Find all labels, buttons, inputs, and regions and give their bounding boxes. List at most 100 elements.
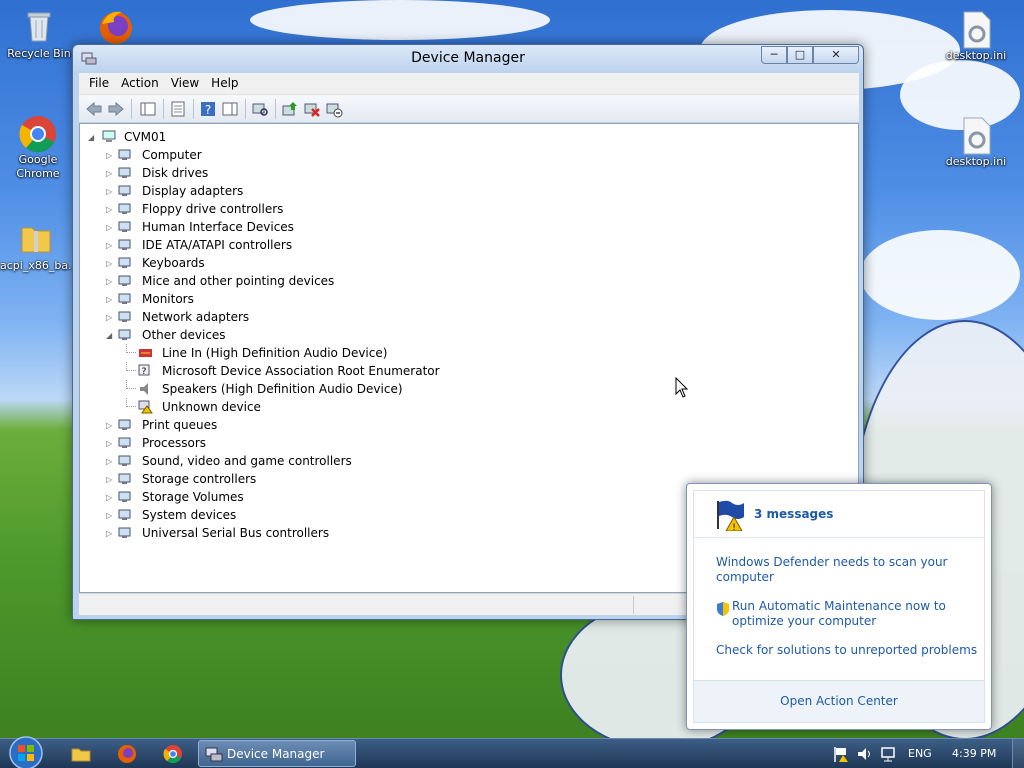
show-desktop-button[interactable] <box>1012 739 1024 768</box>
volume-tray-icon[interactable] <box>856 745 874 763</box>
toolbar-separator <box>245 99 246 119</box>
help-icon[interactable]: ? <box>199 100 217 118</box>
recycle-bin-icon <box>21 8 57 44</box>
desktop-icon-google-chrome[interactable]: Google Chrome <box>2 114 74 181</box>
menu-file[interactable]: File <box>83 73 115 90</box>
computer-icon <box>118 148 133 162</box>
collapse-arrow-icon[interactable]: ◢ <box>88 133 97 142</box>
menu-help[interactable]: Help <box>205 73 244 90</box>
usb-icon <box>118 526 133 540</box>
ide-controller-icon <box>118 238 133 252</box>
tree-category-label: Other devices <box>142 328 226 342</box>
open-action-center-link[interactable]: Open Action Center <box>694 694 984 709</box>
speaker-icon <box>138 382 153 396</box>
expand-arrow-icon[interactable]: ▷ <box>106 151 115 160</box>
update-driver-icon[interactable] <box>281 100 299 118</box>
expand-arrow-icon[interactable]: ▷ <box>106 223 115 232</box>
expand-arrow-icon[interactable]: ▷ <box>106 511 115 520</box>
firefox-desktop-icon[interactable] <box>94 6 138 46</box>
menu-view[interactable]: View <box>165 73 205 90</box>
line-in-icon <box>138 346 153 360</box>
uninstall-icon[interactable] <box>303 100 321 118</box>
forward-icon[interactable] <box>107 100 125 118</box>
close-button[interactable]: ✕ <box>813 46 859 64</box>
desktop-icon-acpi-zip[interactable]: acpi_x86_ba... <box>0 220 79 273</box>
tree-device-label: Unknown device <box>162 400 261 414</box>
unknown-device-icon: ? <box>138 364 153 378</box>
other-devices-icon <box>118 328 133 342</box>
printer-icon <box>118 418 133 432</box>
tree-connector <box>126 362 136 371</box>
tree-category-label: Storage Volumes <box>142 490 244 504</box>
desktop-icon-label: desktop.ini <box>945 49 1007 62</box>
expand-arrow-icon[interactable]: ▷ <box>106 169 115 178</box>
title-bar[interactable]: Device Manager ─ □ ✕ <box>73 45 863 73</box>
tree-connector <box>126 380 136 389</box>
expand-arrow-icon[interactable]: ▷ <box>106 439 115 448</box>
tree-category-label: IDE ATA/ATAPI controllers <box>142 238 293 252</box>
toolbar-separator <box>193 99 194 119</box>
action-center-popup: ! 3 messages Windows Defender needs to s… <box>686 483 992 730</box>
automatic-maintenance-link[interactable]: Run Automatic Maintenance now to optimiz… <box>732 599 952 629</box>
expand-arrow-icon[interactable]: ▷ <box>106 205 115 214</box>
expand-arrow-icon[interactable]: ▷ <box>106 241 115 250</box>
desktop-icon-label: desktop.ini <box>945 155 1007 168</box>
expand-arrow-icon[interactable]: ▷ <box>106 529 115 538</box>
warning-device-icon <box>138 400 153 414</box>
toolbar-separator <box>163 99 164 119</box>
settings-file-icon <box>958 116 994 155</box>
expand-arrow-icon[interactable]: ▷ <box>106 475 115 484</box>
minimize-button[interactable]: ─ <box>761 46 787 64</box>
taskbar-device-manager-button[interactable]: Device Manager <box>198 740 356 767</box>
desktop-icon-label: Google Chrome <box>16 153 60 180</box>
start-button[interactable] <box>6 735 46 768</box>
disable-icon[interactable] <box>325 100 343 118</box>
desktop-icon-recycle-bin[interactable]: Recycle Bin <box>3 8 75 61</box>
storage-volume-icon <box>118 490 133 504</box>
desktop-icon-desktop-ini-1[interactable]: desktop.ini <box>940 10 1012 63</box>
chrome-taskbar-icon[interactable] <box>162 743 184 765</box>
scan-hardware-icon[interactable] <box>251 100 269 118</box>
expand-arrow-icon[interactable]: ▷ <box>106 295 115 304</box>
clock[interactable]: 4:39 PM <box>952 747 996 760</box>
network-tray-icon[interactable] <box>880 745 898 763</box>
show-hide-console-tree-icon[interactable] <box>139 100 157 118</box>
action-center-tray-icon[interactable] <box>832 745 850 763</box>
tree-category-label: Sound, video and game controllers <box>142 454 352 468</box>
language-indicator[interactable]: ENG <box>908 747 932 760</box>
desktop-icon-desktop-ini-2[interactable]: desktop.ini <box>940 116 1012 169</box>
expand-arrow-icon[interactable]: ▷ <box>106 421 115 430</box>
shield-icon <box>716 601 730 617</box>
maximize-button[interactable]: □ <box>787 46 813 64</box>
action-pane-icon[interactable] <box>221 100 239 118</box>
menu-action[interactable]: Action <box>115 73 165 90</box>
settings-file-icon <box>958 10 994 49</box>
check-solutions-link[interactable]: Check for solutions to unreported proble… <box>716 643 986 658</box>
storage-controller-icon <box>118 472 133 486</box>
properties-icon[interactable] <box>169 100 187 118</box>
tree-category-label: Storage controllers <box>142 472 257 486</box>
desktop-icon-label: acpi_x86_ba... <box>0 259 79 272</box>
svg-text:?: ? <box>142 367 147 377</box>
popup-header[interactable]: 3 messages <box>754 507 833 521</box>
processor-icon <box>118 436 133 450</box>
tree-device-label: Speakers (High Definition Audio Device) <box>162 382 403 396</box>
taskbar-button-label: Device Manager <box>227 747 325 761</box>
expand-arrow-icon[interactable]: ▷ <box>106 493 115 502</box>
tree-category-label: Floppy drive controllers <box>142 202 284 216</box>
expand-arrow-icon[interactable]: ▷ <box>106 277 115 286</box>
file-explorer-taskbar-icon[interactable] <box>70 743 92 765</box>
window-title: Device Manager <box>411 50 525 66</box>
expand-arrow-icon[interactable]: ▷ <box>106 259 115 268</box>
tree-connector <box>126 344 136 353</box>
back-icon[interactable] <box>85 100 103 118</box>
collapse-arrow-icon[interactable]: ◢ <box>106 331 115 340</box>
expand-arrow-icon[interactable]: ▷ <box>106 187 115 196</box>
expand-arrow-icon[interactable]: ▷ <box>106 313 115 322</box>
tree-category-label: Universal Serial Bus controllers <box>142 526 330 540</box>
mouse-icon <box>118 274 133 288</box>
firefox-taskbar-icon[interactable] <box>116 743 138 765</box>
keyboard-icon <box>118 256 133 270</box>
expand-arrow-icon[interactable]: ▷ <box>106 457 115 466</box>
windows-defender-link[interactable]: Windows Defender needs to scan your comp… <box>716 555 956 585</box>
